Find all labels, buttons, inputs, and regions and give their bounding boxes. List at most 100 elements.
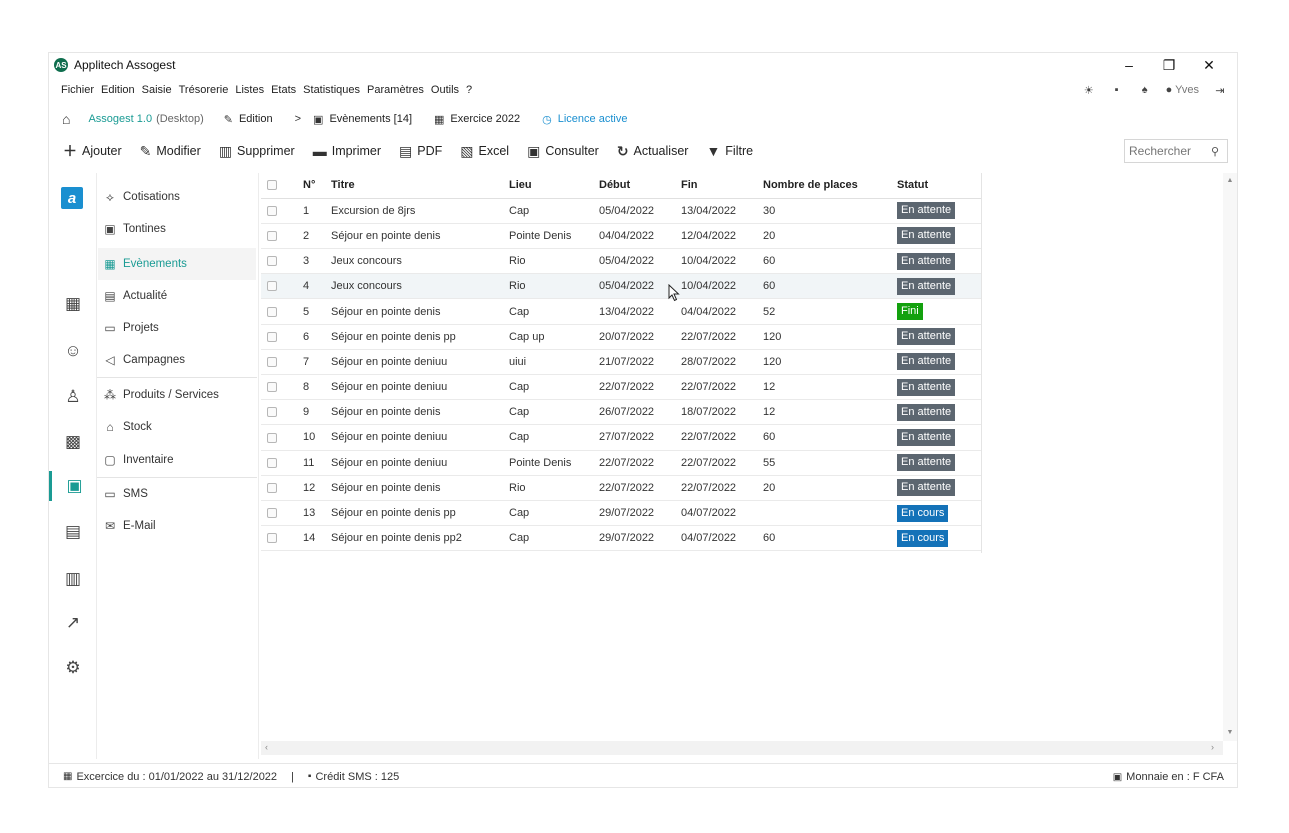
- row-checkbox[interactable]: [267, 205, 277, 216]
- app-window: AS Applitech Assogest – ❐ ✕ Fichier Edit…: [48, 52, 1238, 788]
- nav-item-projets[interactable]: ▭ Projets: [98, 312, 256, 344]
- view-button[interactable]: ▣ Consulter: [527, 143, 599, 160]
- row-checkbox[interactable]: [267, 508, 277, 519]
- search-input[interactable]: [1129, 144, 1207, 158]
- nav-item-actualite[interactable]: ▤ Actualité: [98, 280, 256, 312]
- row-checkbox[interactable]: [267, 306, 277, 317]
- nav-item-evenements[interactable]: ▦ Evènements: [98, 248, 256, 280]
- table-row[interactable]: 1 Excursion de 8jrs Cap 05/04/2022 13/04/202…: [261, 198, 981, 224]
- licence-status[interactable]: ◷ Licence active: [542, 113, 627, 126]
- table-row[interactable]: 14 Séjour en pointe denis pp2 Cap 29/07/202…: [261, 525, 981, 552]
- members-icon[interactable]: ☺: [49, 336, 97, 366]
- table-row[interactable]: 9 Séjour en pointe denis Cap 26/07/2022 18/0…: [261, 399, 981, 426]
- menu-help[interactable]: ?: [466, 84, 472, 96]
- scroll-right-icon[interactable]: ›: [1211, 742, 1214, 752]
- notification-bell-icon[interactable]: ♠: [1138, 84, 1152, 96]
- nav-item-sms[interactable]: ▭ SMS: [98, 478, 256, 510]
- nav-item-campagnes[interactable]: ◁ Campagnes: [98, 344, 256, 376]
- refresh-button[interactable]: ↻ Actualiser: [617, 143, 689, 160]
- print-button[interactable]: ▬ Imprimer: [313, 143, 381, 159]
- column-header-num[interactable]: N°: [297, 173, 325, 199]
- row-checkbox[interactable]: [267, 482, 277, 493]
- row-checkbox[interactable]: [267, 281, 277, 292]
- library-icon[interactable]: ▥: [49, 564, 97, 594]
- nav-item-inventaire[interactable]: ▢ Inventaire: [98, 444, 256, 476]
- column-header-title[interactable]: Titre: [325, 173, 503, 199]
- add-button[interactable]: ＋ Ajouter: [63, 141, 122, 161]
- select-all-checkbox[interactable]: [267, 180, 277, 191]
- delete-button[interactable]: ▥ Supprimer: [219, 143, 295, 160]
- table-row[interactable]: 10 Séjour en pointe deniuu Cap 27/07/2022 22…: [261, 424, 981, 451]
- dashboard-icon[interactable]: ▦: [49, 289, 97, 319]
- table-row[interactable]: 11 Séjour en pointe deniuu Pointe Denis 22/…: [261, 450, 981, 476]
- column-header-place[interactable]: Lieu: [503, 173, 593, 199]
- status-badge: En attente: [897, 252, 956, 270]
- row-checkbox[interactable]: [267, 407, 277, 418]
- table-row[interactable]: 8 Séjour en pointe deniuu Cap 22/07/2022 22/…: [261, 374, 981, 401]
- row-checkbox[interactable]: [267, 256, 277, 267]
- calculator-icon[interactable]: ▩: [49, 427, 97, 457]
- breadcrumb-events[interactable]: ▣ Evènements [14]: [313, 113, 412, 126]
- nav-item-tontines[interactable]: ▣ Tontines: [98, 213, 256, 245]
- table-row[interactable]: 5 Séjour en pointe denis Cap 13/04/2022 04/0…: [261, 298, 981, 325]
- scroll-up-icon[interactable]: ▲: [1223, 177, 1237, 184]
- settings-gear-icon[interactable]: ⚙: [49, 653, 97, 683]
- edit-button[interactable]: ✎ Modifier: [140, 143, 201, 160]
- nav-item-stock[interactable]: ⌂ Stock: [98, 411, 256, 443]
- list-icon[interactable]: ▤: [49, 517, 97, 547]
- breadcrumb-exercise[interactable]: ▦ Exercice 2022: [434, 113, 520, 126]
- row-checkbox[interactable]: [267, 231, 277, 242]
- menu-saisie[interactable]: Saisie: [142, 84, 172, 96]
- user-menu[interactable]: ● Yves: [1166, 84, 1199, 96]
- vertical-scrollbar[interactable]: ▲ ▼: [1223, 173, 1237, 741]
- row-checkbox[interactable]: [267, 457, 277, 468]
- home-icon[interactable]: ⌂: [62, 111, 70, 127]
- column-header-status[interactable]: Statut: [891, 173, 981, 199]
- column-header-end[interactable]: Fin: [675, 173, 757, 199]
- column-header-start[interactable]: Début: [593, 173, 675, 199]
- menu-etats[interactable]: Etats: [271, 84, 296, 96]
- table-row[interactable]: 6 Séjour en pointe denis pp Cap up 20/07/20…: [261, 324, 981, 350]
- nav-item-email[interactable]: ✉ E-Mail: [98, 510, 256, 542]
- menu-edition[interactable]: Edition: [101, 84, 135, 96]
- trend-icon[interactable]: ↗: [49, 608, 97, 638]
- close-button[interactable]: ✕: [1189, 57, 1229, 74]
- breadcrumb-edition[interactable]: ✎ Edition: [224, 113, 273, 126]
- row-checkbox[interactable]: [267, 382, 277, 393]
- excel-button[interactable]: ▧ Excel: [460, 143, 509, 160]
- nav-item-produits-services[interactable]: ⁂ Produits / Services: [98, 379, 256, 411]
- events-calendar-icon[interactable]: ▣: [49, 471, 97, 501]
- restore-button[interactable]: ❐: [1149, 57, 1189, 74]
- menu-fichier[interactable]: Fichier: [61, 84, 94, 96]
- table-row[interactable]: 2 Séjour en pointe denis Pointe Denis 04/04…: [261, 223, 981, 250]
- row-checkbox[interactable]: [267, 331, 277, 342]
- cell-title: Séjour en pointe deniuu: [325, 424, 503, 451]
- horizontal-scrollbar[interactable]: ‹ ›: [261, 741, 1223, 755]
- table-row[interactable]: 4 Jeux concours Rio 05/04/2022 10/04/2022 60 E…: [261, 273, 981, 300]
- user-card-icon[interactable]: ♙: [49, 382, 97, 412]
- theme-icon[interactable]: ☀: [1082, 84, 1096, 97]
- search-icon[interactable]: ⚲: [1211, 145, 1219, 158]
- messages-icon[interactable]: ▪: [1110, 84, 1124, 96]
- filter-button[interactable]: ▼ Filtre: [706, 143, 753, 159]
- table-row[interactable]: 7 Séjour en pointe deniuu uiui 21/07/2022 28…: [261, 349, 981, 376]
- menu-statistiques[interactable]: Statistiques: [303, 84, 360, 96]
- menu-parametres[interactable]: Paramètres: [367, 84, 424, 96]
- minimize-button[interactable]: –: [1109, 57, 1149, 73]
- nav-item-cotisations[interactable]: ⟡ Cotisations: [98, 181, 256, 213]
- table-row[interactable]: 12 Séjour en pointe denis Rio 22/07/2022 22/…: [261, 475, 981, 501]
- table-row[interactable]: 3 Jeux concours Rio 05/04/2022 10/04/2022 60 E…: [261, 248, 981, 275]
- row-checkbox[interactable]: [267, 357, 277, 367]
- breadcrumb-app[interactable]: Assogest 1.0: [88, 113, 152, 125]
- pdf-button[interactable]: ▤ PDF: [399, 143, 442, 160]
- logout-icon[interactable]: ⇥: [1213, 84, 1227, 97]
- column-header-seats[interactable]: Nombre de places: [757, 173, 891, 199]
- scroll-down-icon[interactable]: ▼: [1223, 729, 1237, 736]
- menu-tresorerie[interactable]: Trésorerie: [179, 84, 229, 96]
- table-row[interactable]: 13 Séjour en pointe denis pp Cap 29/07/2022…: [261, 500, 981, 527]
- row-checkbox[interactable]: [267, 432, 277, 443]
- menu-outils[interactable]: Outils: [431, 84, 459, 96]
- menu-listes[interactable]: Listes: [235, 84, 264, 96]
- scroll-left-icon[interactable]: ‹: [265, 742, 268, 752]
- row-checkbox[interactable]: [267, 533, 277, 544]
